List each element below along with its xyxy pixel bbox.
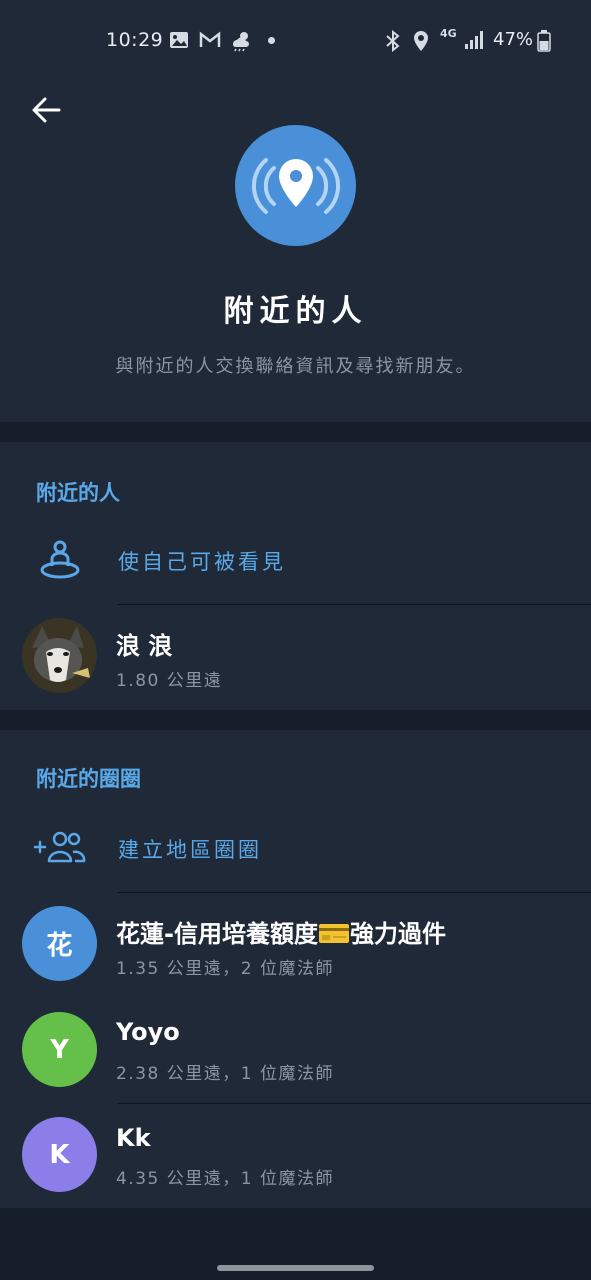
location-icon bbox=[412, 30, 430, 56]
avatar: Y bbox=[22, 1012, 97, 1087]
make-visible-label: 使自己可被看見 bbox=[118, 550, 286, 574]
avatar: 花 bbox=[22, 906, 97, 981]
group-name: Kk bbox=[116, 1124, 151, 1152]
signal-icon bbox=[464, 30, 486, 54]
person-name: 浪 浪 bbox=[116, 632, 173, 660]
section-title-people: 附近的人 bbox=[36, 481, 120, 505]
group-name: Yoyo bbox=[116, 1018, 180, 1046]
status-bar: 10:29 4G 47% bbox=[0, 0, 591, 80]
create-group-button[interactable]: 建立地區圈圈 bbox=[0, 812, 591, 882]
visible-person-icon bbox=[34, 533, 86, 585]
divider bbox=[117, 892, 591, 893]
group-name: 花蓮-信用培養額度 強力過件 bbox=[116, 914, 446, 949]
arrow-left-icon bbox=[32, 97, 61, 123]
hero-location-badge bbox=[235, 125, 356, 246]
groups-nearby-section: 附近的圈圈 建立地區圈圈 花 花蓮-信用培養額度 強力過件 1.35 公里遠，2 … bbox=[0, 730, 591, 1208]
group-meta: 2.38 公里遠，1 位魔法師 bbox=[116, 1064, 334, 1084]
page-subtitle: 與附近的人交換聯絡資訊及尋找新朋友。 bbox=[115, 356, 476, 377]
create-group-label: 建立地區圈圈 bbox=[118, 838, 262, 862]
battery-percent: 47% bbox=[493, 29, 534, 50]
person-distance: 1.80 公里遠 bbox=[116, 671, 223, 691]
page-title: 附近的人 bbox=[223, 294, 368, 329]
header: 附近的人 與附近的人交換聯絡資訊及尋找新朋友。 bbox=[0, 80, 591, 422]
group-row[interactable]: 花 花蓮-信用培養額度 強力過件 1.35 公里遠，2 位魔法師 bbox=[0, 894, 591, 994]
group-name-part-1: 花蓮-信用培養額度 bbox=[116, 920, 318, 948]
group-name-part-2: 強力過件 bbox=[349, 920, 446, 948]
avatar bbox=[22, 618, 97, 693]
gmail-icon bbox=[199, 30, 221, 54]
group-row[interactable]: Y Yoyo 2.38 公里遠，1 位魔法師 bbox=[0, 998, 591, 1098]
status-time: 10:29 bbox=[106, 29, 164, 51]
bluetooth-icon bbox=[384, 29, 402, 56]
location-broadcast-icon bbox=[251, 157, 340, 214]
weather-icon bbox=[229, 30, 253, 56]
avatar: K bbox=[22, 1117, 97, 1192]
back-button[interactable] bbox=[26, 90, 66, 130]
network-type: 4G bbox=[440, 27, 457, 40]
section-title-groups: 附近的圈圈 bbox=[36, 767, 141, 791]
add-group-icon bbox=[32, 821, 88, 873]
person-row[interactable]: 浪 浪 1.80 公里遠 bbox=[0, 606, 591, 706]
people-nearby-section: 附近的人 使自己可被看見 浪 浪 1.80 公里遠 bbox=[0, 442, 591, 710]
notification-dot bbox=[268, 37, 275, 44]
image-icon bbox=[169, 30, 189, 54]
make-visible-button[interactable]: 使自己可被看見 bbox=[0, 524, 591, 594]
credit-card-icon bbox=[318, 924, 349, 943]
battery-icon bbox=[537, 30, 551, 56]
group-row[interactable]: K Kk 4.35 公里遠，1 位魔法師 bbox=[0, 1104, 591, 1204]
group-meta: 1.35 公里遠，2 位魔法師 bbox=[116, 959, 334, 979]
group-meta: 4.35 公里遠，1 位魔法師 bbox=[116, 1169, 334, 1189]
divider bbox=[117, 604, 591, 605]
husky-avatar-image bbox=[22, 618, 97, 693]
gesture-nav-bar[interactable] bbox=[217, 1265, 374, 1271]
